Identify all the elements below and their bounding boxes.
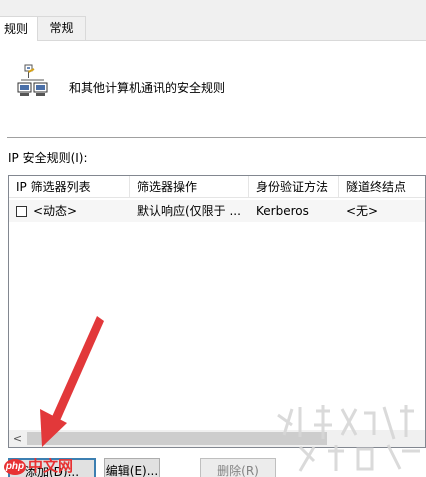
php-watermark: php 中文网 [4,459,73,475]
php-badge: php [4,459,26,475]
rules-list-title: IP 安全规则(I): [8,151,88,165]
cell-tunnel-endpoint: <无> [346,204,379,218]
section-divider [7,137,426,138]
watermark-graphic [277,405,420,472]
remove-button[interactable]: 删除(R) [200,458,276,477]
tab-rules[interactable]: 规则 [0,16,38,41]
column-header-auth-method[interactable]: 身份验证方法 [249,176,339,198]
column-header-filter-list[interactable]: IP 筛选器列表 [9,176,130,198]
column-header-filter-action[interactable]: 筛选器操作 [130,176,249,198]
edit-button[interactable]: 编辑(E)... [104,458,160,477]
scroll-left-icon[interactable]: < [9,430,26,447]
list-header: IP 筛选器列表 筛选器操作 身份验证方法 隧道终结点 [9,176,425,198]
cell-filter-action: 默认响应(仅限于 ... [137,204,241,218]
column-header-tunnel-endpoint[interactable]: 隧道终结点 [339,176,425,198]
cell-filter-list: <动态> [33,204,78,218]
watermark-text: 中文网 [28,458,74,475]
network-computers-icon [17,64,48,96]
cell-auth-method: Kerberos [256,204,309,218]
table-row[interactable]: <动态> 默认响应(仅限于 ... Kerberos <无> [9,200,425,222]
page-description: 和其他计算机通讯的安全规则 [69,81,226,95]
tab-general[interactable]: 常规 [38,16,86,41]
